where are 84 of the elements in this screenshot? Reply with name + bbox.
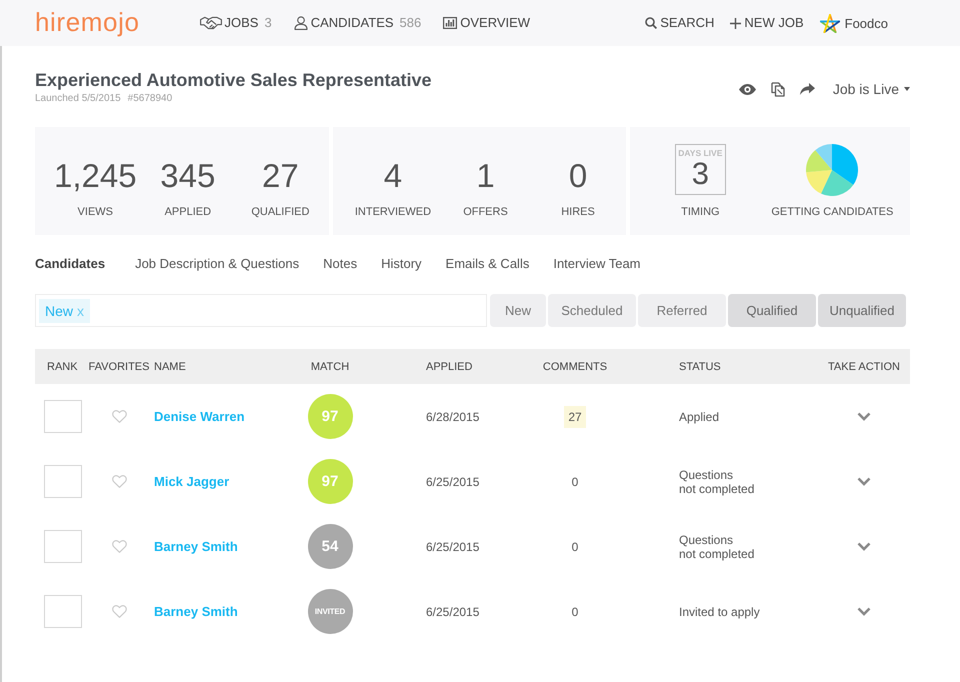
tag-label: New bbox=[45, 302, 74, 318]
applied-date: 6/25/2015 bbox=[426, 540, 480, 554]
rank-field[interactable] bbox=[44, 595, 82, 628]
nav-link[interactable]: CANDIDATES 586 bbox=[294, 15, 422, 31]
stat-value: 27 bbox=[262, 156, 299, 192]
heart-icon[interactable] bbox=[112, 605, 126, 618]
days-live-caption: DAYS LIVE bbox=[678, 148, 722, 158]
account-menu[interactable]: Foodco bbox=[820, 14, 888, 32]
chevron-down-icon[interactable] bbox=[857, 412, 871, 421]
stat-label: INTERVIEWED bbox=[354, 206, 432, 219]
comment-count[interactable]: 0 bbox=[568, 536, 582, 558]
stat-label: VIEWS bbox=[78, 206, 113, 219]
column-header: FAVORITES bbox=[88, 360, 150, 372]
rank-field[interactable] bbox=[44, 530, 82, 563]
column-header: RANK bbox=[46, 360, 79, 372]
match-score: 97 bbox=[308, 459, 352, 504]
heart-icon[interactable] bbox=[112, 475, 126, 488]
launch-date: Launched 5/5/2015 bbox=[35, 92, 121, 106]
applied-date: 6/25/2015 bbox=[426, 474, 480, 488]
user-icon bbox=[294, 16, 308, 30]
filter-button[interactable]: Scheduled bbox=[548, 294, 636, 327]
column-header: STATUS bbox=[678, 360, 722, 372]
applied-date: 6/28/2015 bbox=[426, 410, 480, 424]
stat-label: GETTING CANDIDATES bbox=[771, 206, 894, 219]
nav-link[interactable]: NEW JOB bbox=[730, 15, 804, 31]
caret-icon bbox=[904, 87, 910, 91]
column-header: TAKE ACTION bbox=[828, 360, 900, 372]
stat-value: 0 bbox=[568, 156, 588, 192]
tab[interactable]: Candidates bbox=[35, 255, 106, 273]
stat-label: TIMING bbox=[681, 206, 720, 219]
match-score: 54 bbox=[308, 524, 352, 569]
tab[interactable]: Job Description & Questions bbox=[135, 255, 300, 273]
tab[interactable]: Notes bbox=[323, 255, 358, 273]
column-header: COMMENTS bbox=[542, 360, 608, 372]
rank-field[interactable] bbox=[44, 400, 82, 433]
copy-icon[interactable] bbox=[770, 82, 785, 96]
nav-link[interactable]: OVERVIEW bbox=[443, 15, 530, 31]
search-icon bbox=[645, 17, 658, 29]
column-header: MATCH bbox=[310, 360, 350, 372]
star-logo-icon bbox=[820, 14, 840, 32]
job-title: Experienced Automotive Sales Representative bbox=[35, 69, 432, 91]
heart-icon[interactable] bbox=[112, 540, 126, 553]
eye-icon[interactable] bbox=[738, 84, 756, 94]
stat-value: 4 bbox=[384, 156, 402, 192]
stat-label: HIRES bbox=[561, 206, 595, 219]
tab[interactable]: History bbox=[381, 255, 422, 273]
filter-button[interactable]: Referred bbox=[638, 294, 726, 327]
stat-label: APPLIED bbox=[164, 206, 212, 219]
filter-button[interactable]: Unqualified bbox=[818, 294, 906, 327]
share-icon[interactable] bbox=[800, 83, 815, 95]
nav-link[interactable]: JOBS 3 bbox=[200, 15, 272, 31]
heart-icon[interactable] bbox=[112, 410, 126, 423]
applied-date: 6/25/2015 bbox=[426, 604, 480, 618]
comment-count[interactable]: 0 bbox=[568, 600, 582, 622]
rank-field[interactable] bbox=[44, 465, 82, 498]
comment-count[interactable]: 0 bbox=[568, 470, 582, 492]
stat-label: QUALIFIED bbox=[251, 206, 310, 219]
chevron-down-icon[interactable] bbox=[857, 477, 871, 486]
column-header: NAME bbox=[153, 360, 187, 372]
status-text: Invited to apply bbox=[679, 604, 761, 618]
bar-chart-icon bbox=[443, 17, 458, 29]
stat-value: 345 bbox=[160, 156, 216, 192]
job-status-dropdown[interactable]: Job is Live bbox=[832, 81, 910, 97]
days-live-value: 3 bbox=[692, 158, 709, 190]
chevron-down-icon[interactable] bbox=[857, 542, 871, 551]
plus-icon bbox=[730, 18, 742, 28]
tab[interactable]: Interview Team bbox=[553, 255, 641, 273]
filter-button[interactable]: Qualified bbox=[728, 294, 816, 327]
filter-button[interactable]: New bbox=[490, 294, 546, 327]
match-label: INVITED bbox=[308, 589, 352, 634]
stat-value: 1,245 bbox=[54, 156, 137, 192]
handshake-icon bbox=[200, 16, 222, 30]
chevron-down-icon[interactable] bbox=[857, 607, 871, 616]
status-text: Questions not completed bbox=[679, 468, 756, 496]
stat-value: 1 bbox=[476, 156, 495, 192]
status-text: Applied bbox=[679, 410, 720, 424]
column-header: APPLIED bbox=[425, 360, 474, 372]
nav-link[interactable]: SEARCH bbox=[645, 15, 714, 31]
match-score: 97 bbox=[308, 394, 352, 439]
comment-count[interactable]: 27 bbox=[564, 406, 586, 428]
tab[interactable]: Emails & Calls bbox=[446, 255, 530, 273]
stat-label: OFFERS bbox=[463, 206, 508, 219]
status-text: Questions not completed bbox=[679, 532, 756, 560]
job-number: #5678940 bbox=[128, 92, 172, 106]
